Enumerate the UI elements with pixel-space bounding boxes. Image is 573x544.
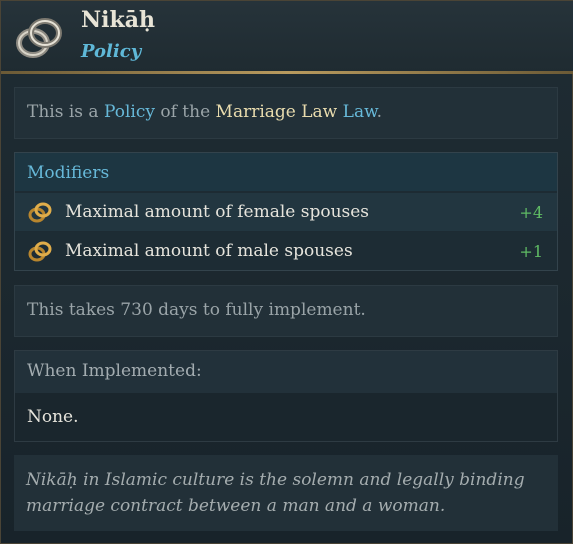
duration-text: This takes 730 days to fully implement. [27,300,366,320]
tooltip-header: Nikāḥ Policy [1,1,573,72]
law-link[interactable]: Law [343,102,377,122]
implemented-header: When Implemented: [15,351,557,393]
implemented-heading: When Implemented: [27,361,202,381]
modifiers-header: Modifiers [15,153,557,191]
policy-link[interactable]: Policy [104,102,155,122]
description-box: This is a Policy of the Marriage Law Law… [14,87,558,139]
duration-box: This takes 730 days to fully implement. [14,285,558,337]
modifier-value: +4 [519,203,543,222]
modifiers-box: Modifiers Maximal amount of female spous… [14,152,558,271]
law-name-link[interactable]: Marriage Law [216,102,338,122]
modifier-label: Maximal amount of male spouses [65,241,353,261]
flavor-text: Nikāḥ in Islamic culture is the solemn a… [26,470,525,516]
implemented-body: None. [27,407,79,427]
header-divider [1,71,573,74]
rings-icon [16,18,62,58]
description-text: This is a Policy of the Marriage Law Law… [27,102,383,122]
rings-icon [28,202,52,223]
modifier-label: Maximal amount of female spouses [65,202,370,222]
page-subtitle: Policy [81,41,142,62]
modifier-row: Maximal amount of female spouses +4 [15,193,557,231]
page-title: Nikāḥ [81,7,155,33]
flavor-box: Nikāḥ in Islamic culture is the solemn a… [14,455,558,531]
modifier-value: +1 [519,242,543,261]
implemented-box: When Implemented: None. [14,350,558,442]
rings-icon [28,241,52,262]
tooltip-panel: Nikāḥ Policy This is a Policy of the Mar… [0,0,573,544]
modifier-row: Maximal amount of male spouses +1 [15,232,557,270]
modifiers-heading: Modifiers [27,163,110,183]
